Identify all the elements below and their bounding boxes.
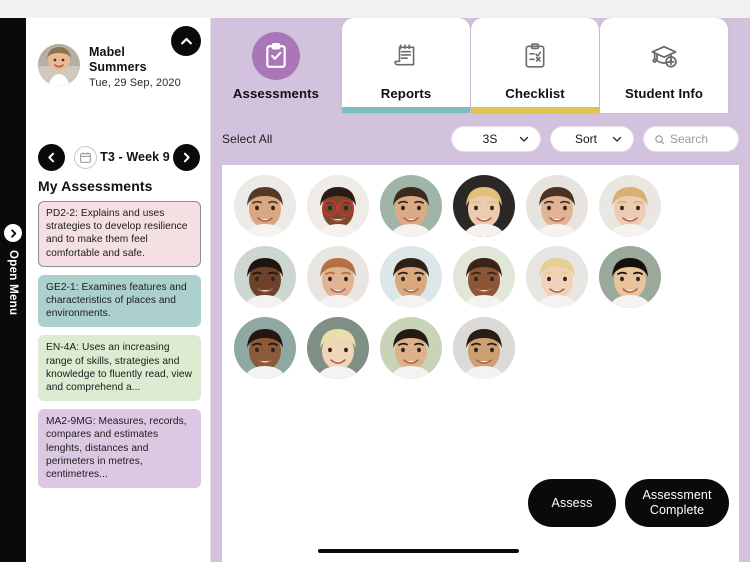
- prev-week-button[interactable]: [38, 143, 65, 171]
- student-avatar[interactable]: [234, 317, 296, 379]
- graduation-cap-add-icon: [640, 32, 688, 80]
- student-avatar[interactable]: [380, 246, 442, 308]
- student-avatar[interactable]: [599, 246, 661, 308]
- assessment-list: PD2-2: Explains and uses strategies to d…: [38, 201, 201, 496]
- student-avatar[interactable]: [307, 317, 369, 379]
- assessment-card[interactable]: PD2-2: Explains and uses strategies to d…: [38, 201, 201, 267]
- open-menu-rail[interactable]: Open Menu: [0, 18, 26, 562]
- chevron-right-icon: [183, 152, 190, 162]
- home-indicator: [318, 549, 519, 553]
- tab-label: Assessments: [232, 86, 320, 101]
- student-avatar[interactable]: [380, 317, 442, 379]
- assess-button[interactable]: Assess: [528, 479, 616, 527]
- week-navigator: T3 - Week 9: [38, 143, 200, 171]
- chevron-down-icon: [612, 136, 622, 142]
- tab-bar: Assessments Reports Checklist Student Info: [211, 18, 750, 113]
- assessment-card[interactable]: MA2-9MG: Measures, records, compares and…: [38, 409, 201, 489]
- main-content: Assessments Reports Checklist Student Info …: [211, 18, 750, 562]
- app-window: Open Menu Mabel Summers Tue, 29 Sep, 202…: [0, 0, 750, 562]
- clipboard-check-icon: [252, 32, 300, 80]
- week-label: T3 - Week 9: [100, 150, 170, 164]
- class-filter-value: 3S: [482, 132, 498, 146]
- class-filter-dropdown[interactable]: 3S: [451, 126, 541, 152]
- tab-assessments[interactable]: Assessments: [211, 18, 341, 113]
- student-avatar[interactable]: [453, 175, 515, 237]
- action-buttons: Assess Assessment Complete: [528, 479, 729, 527]
- student-panel: Assess Assessment Complete: [222, 165, 739, 562]
- clipboard-list-icon: [511, 32, 559, 80]
- sort-value: Sort: [574, 132, 597, 146]
- sidebar: Mabel Summers Tue, 29 Sep, 2020 T3 - Wee…: [26, 18, 211, 562]
- assessment-card[interactable]: EN-4A: Uses an increasing range of skill…: [38, 335, 201, 402]
- search-input[interactable]: Search: [643, 126, 739, 152]
- search-icon: [655, 134, 665, 144]
- student-avatar[interactable]: [234, 246, 296, 308]
- next-week-button[interactable]: [173, 143, 200, 171]
- calendar-icon[interactable]: [74, 145, 97, 169]
- chevron-right-icon[interactable]: [4, 224, 22, 242]
- tab-label: Checklist: [505, 86, 565, 101]
- report-notepad-icon: [382, 32, 430, 80]
- student-avatar[interactable]: [380, 175, 442, 237]
- select-all-button[interactable]: Select All: [222, 132, 272, 146]
- sort-dropdown[interactable]: Sort: [550, 126, 634, 152]
- tab-student-info[interactable]: Student Info: [600, 18, 728, 113]
- toolbar: Select All 3S Sort Search: [211, 113, 750, 165]
- teacher-first-name: Mabel: [89, 45, 125, 59]
- student-avatar[interactable]: [526, 175, 588, 237]
- student-avatar[interactable]: [307, 175, 369, 237]
- assessment-complete-button[interactable]: Assessment Complete: [625, 479, 729, 527]
- chevron-left-icon: [48, 152, 55, 162]
- search-placeholder: Search: [670, 132, 709, 146]
- chevron-down-icon: [519, 136, 529, 142]
- page-title: My Assessments: [38, 178, 153, 194]
- tab-label: Student Info: [624, 86, 704, 101]
- open-menu-label: Open Menu: [7, 250, 19, 316]
- avatar: [38, 44, 80, 86]
- student-avatar[interactable]: [526, 246, 588, 308]
- student-grid: [234, 175, 732, 379]
- teacher-profile[interactable]: Mabel Summers Tue, 29 Sep, 2020: [38, 44, 181, 89]
- assessment-card[interactable]: GE2-1: Examines features and characteris…: [38, 274, 201, 328]
- student-avatar[interactable]: [599, 175, 661, 237]
- current-date: Tue, 29 Sep, 2020: [89, 77, 181, 89]
- student-avatar[interactable]: [453, 246, 515, 308]
- student-avatar[interactable]: [234, 175, 296, 237]
- tab-reports[interactable]: Reports: [342, 18, 470, 113]
- student-avatar[interactable]: [453, 317, 515, 379]
- tab-label: Reports: [380, 86, 432, 101]
- student-avatar[interactable]: [307, 246, 369, 308]
- tab-checklist[interactable]: Checklist: [471, 18, 599, 113]
- status-strip: [0, 0, 750, 18]
- teacher-last-name: Summers: [89, 59, 147, 74]
